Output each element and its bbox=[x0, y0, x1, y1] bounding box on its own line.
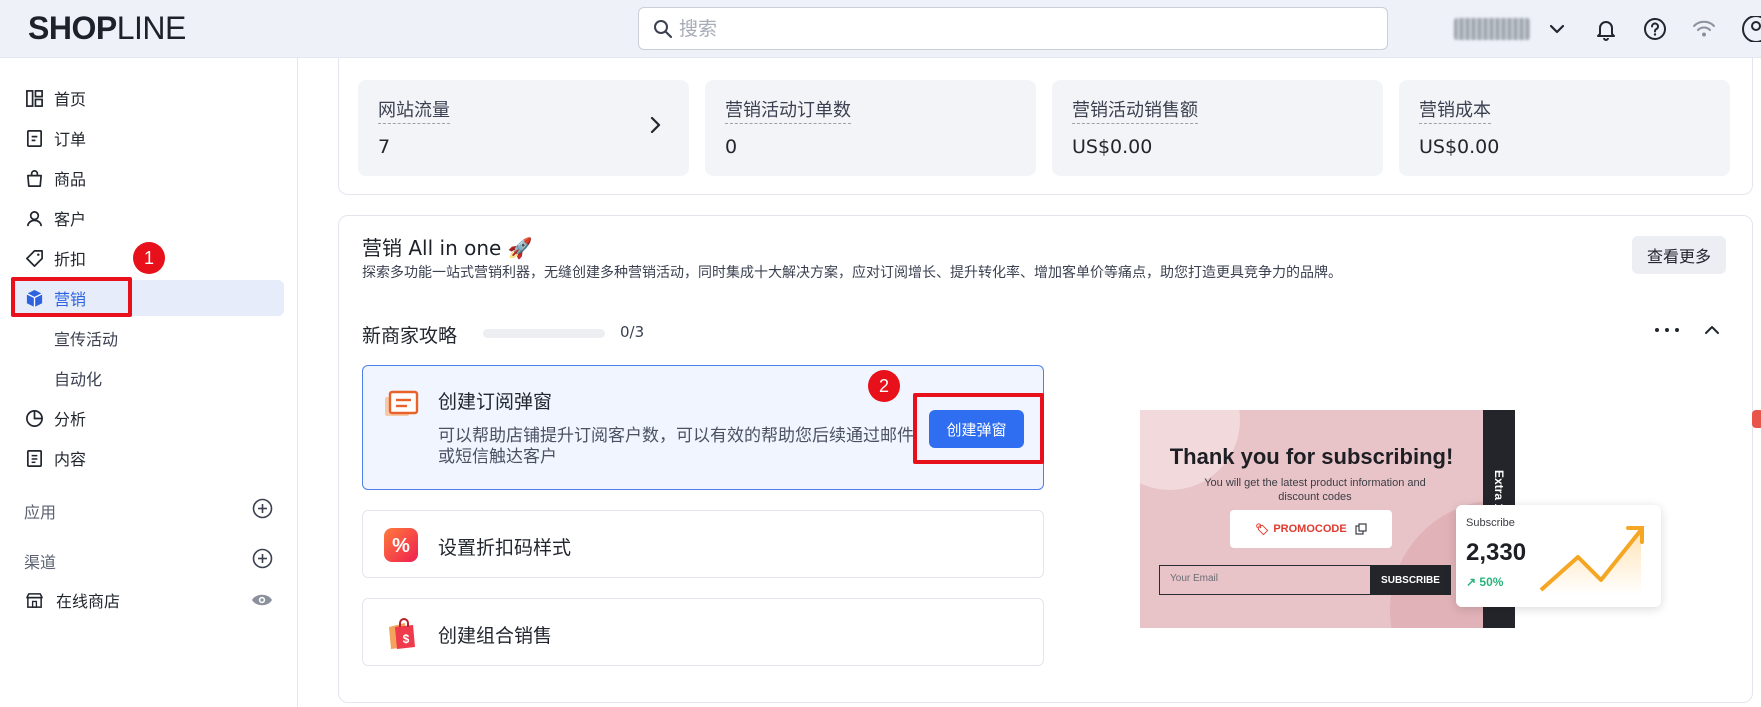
sidebar-item-home[interactable]: 首页 bbox=[12, 80, 284, 116]
chevron-down-icon[interactable] bbox=[1544, 16, 1570, 42]
bell-icon[interactable] bbox=[1593, 16, 1619, 42]
add-channel-icon[interactable] bbox=[252, 548, 273, 569]
shopline-logo[interactable]: SHOPLINE bbox=[28, 10, 186, 47]
sidebar-item-label: 分析 bbox=[54, 410, 87, 429]
sidebar-item-automation[interactable]: 自动化 bbox=[12, 360, 284, 396]
stat-value: 7 bbox=[378, 136, 391, 158]
sidebar-item-campaigns[interactable]: 宣传活动 bbox=[12, 320, 284, 356]
sidebar-item-customers[interactable]: 客户 bbox=[12, 200, 284, 236]
stat-title: 营销成本 bbox=[1419, 96, 1491, 124]
sidebar-item-label: 商品 bbox=[54, 170, 87, 189]
store-name-blurred[interactable] bbox=[1454, 18, 1530, 40]
stat-growth: ↗ 50% bbox=[1466, 575, 1504, 589]
stat-traffic[interactable]: 网站流量 7 bbox=[358, 80, 689, 176]
guide-title: 新商家攻略 bbox=[362, 325, 458, 347]
tag-icon: 🏷 bbox=[1255, 523, 1270, 536]
more-options-icon[interactable] bbox=[1652, 320, 1682, 340]
sidebar-item-label: 在线商店 bbox=[56, 592, 121, 611]
apps-section-title: 应用 bbox=[24, 503, 57, 522]
task-title: 创建订阅弹窗 bbox=[438, 391, 553, 413]
stat-title: 营销活动销售额 bbox=[1072, 96, 1198, 124]
copy-icon bbox=[1355, 523, 1367, 535]
sidebar-item-label: 折扣 bbox=[54, 250, 87, 269]
sidebar-item-label: 内容 bbox=[54, 450, 87, 469]
stat-value: 2,330 bbox=[1466, 539, 1527, 566]
sidebar-item-label: 客户 bbox=[54, 210, 87, 229]
shopping-bag-icon bbox=[26, 169, 43, 187]
promo-code-box: 🏷 PROMOCODE bbox=[1230, 510, 1392, 548]
annotation-badge-2: 2 bbox=[868, 370, 900, 402]
task-title: 设置折扣码样式 bbox=[438, 537, 572, 559]
subscribe-stat-card: Subscribe 2,330 ↗ 50% bbox=[1456, 505, 1661, 607]
search-box[interactable] bbox=[638, 7, 1388, 50]
stat-campaign-orders: 营销活动订单数 0 bbox=[705, 80, 1036, 176]
stat-marketing-cost: 营销成本 US$0.00 bbox=[1399, 80, 1730, 176]
sidebar-item-label: 宣传活动 bbox=[54, 330, 119, 349]
stat-campaign-sales: 营销活动销售额 US$0.00 bbox=[1052, 80, 1383, 176]
sidebar-item-online-store[interactable]: 在线商店 bbox=[12, 582, 284, 618]
edge-notification-tab[interactable] bbox=[1752, 410, 1761, 428]
sidebar-item-analytics[interactable]: 分析 bbox=[12, 400, 284, 436]
preview-email-field: Your Email SUBSCRIBE bbox=[1159, 565, 1451, 595]
guide-progress-bar bbox=[483, 329, 605, 338]
email-placeholder: Your Email bbox=[1170, 573, 1218, 584]
tag-icon bbox=[26, 249, 43, 267]
task-title: 创建组合销售 bbox=[438, 625, 553, 647]
marketing-description: 探索多功能一站式营销利器，无缝创建多种营销活动，同时集成十大解决方案，应对订阅增… bbox=[362, 265, 1342, 281]
trend-line-icon bbox=[1539, 526, 1644, 595]
sale-bag-icon: $ bbox=[389, 618, 415, 649]
arrow-up-right-icon: ↗ bbox=[1466, 575, 1480, 589]
svg-text:%: % bbox=[392, 535, 410, 557]
stat-value: 0 bbox=[725, 136, 738, 158]
eye-icon[interactable] bbox=[251, 591, 273, 609]
stat-label: Subscribe bbox=[1466, 517, 1515, 529]
sidebar-item-products[interactable]: 商品 bbox=[12, 160, 284, 196]
popup-window-icon bbox=[385, 390, 419, 416]
stat-value: US$0.00 bbox=[1072, 136, 1153, 158]
annotation-highlight-marketing bbox=[11, 277, 132, 317]
svg-text:$: $ bbox=[403, 632, 410, 646]
sidebar-item-content[interactable]: 内容 bbox=[12, 440, 284, 476]
dashboard-icon bbox=[26, 89, 43, 107]
stat-value: US$0.00 bbox=[1419, 136, 1500, 158]
order-icon bbox=[26, 129, 43, 147]
stat-title: 营销活动订单数 bbox=[725, 96, 851, 124]
promo-code-text: PROMOCODE bbox=[1273, 523, 1347, 535]
search-icon bbox=[654, 20, 673, 39]
help-icon[interactable] bbox=[1642, 16, 1668, 42]
user-icon bbox=[26, 210, 43, 226]
task-description: 可以帮助店铺提升订阅客户数，可以有效的帮助您后续通过邮件或短信触达客户 bbox=[438, 426, 914, 467]
sidebar-item-label: 自动化 bbox=[54, 370, 103, 389]
preview-title: Thank you for subscribing! bbox=[1169, 444, 1454, 469]
collapse-chevron-up-icon[interactable] bbox=[1702, 320, 1722, 340]
avatar-icon[interactable] bbox=[1740, 16, 1761, 42]
channels-section-title: 渠道 bbox=[24, 553, 57, 572]
stat-title: 网站流量 bbox=[378, 96, 450, 124]
percent-icon: % bbox=[384, 528, 418, 562]
add-app-icon[interactable] bbox=[252, 498, 273, 519]
preview-subscribe-button: SUBSCRIBE bbox=[1370, 565, 1451, 595]
wifi-icon[interactable] bbox=[1691, 16, 1717, 42]
storefront-icon bbox=[26, 592, 43, 608]
annotation-highlight-create-button bbox=[913, 393, 1044, 464]
chevron-right-icon[interactable] bbox=[649, 114, 663, 136]
sidebar-item-label: 首页 bbox=[54, 90, 87, 109]
task-bundle-sales[interactable]: $ 创建组合销售 bbox=[362, 598, 1044, 666]
sidebar-item-label: 订单 bbox=[54, 130, 87, 149]
sidebar-item-orders[interactable]: 订单 bbox=[12, 120, 284, 156]
marketing-title: 营销 All in one 🚀 bbox=[362, 236, 533, 260]
document-icon bbox=[26, 449, 43, 467]
annotation-badge-1: 1 bbox=[133, 242, 165, 274]
top-bar: SHOPLINE bbox=[0, 0, 1761, 58]
pie-chart-icon bbox=[26, 409, 43, 427]
search-input[interactable] bbox=[679, 14, 1359, 44]
view-more-button[interactable]: 查看更多 bbox=[1632, 236, 1726, 274]
guide-progress-text: 0/3 bbox=[620, 323, 645, 341]
task-discount-code-style[interactable]: % 设置折扣码样式 bbox=[362, 510, 1044, 578]
preview-subtitle: You will get the latest product informat… bbox=[1204, 477, 1426, 503]
